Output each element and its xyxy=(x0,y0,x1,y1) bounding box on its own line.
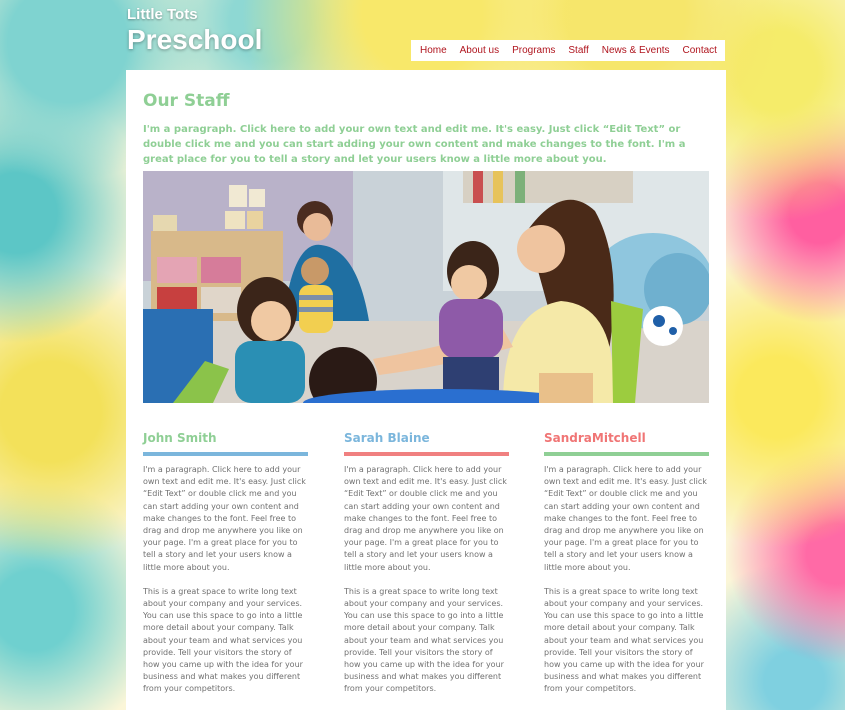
page-title: Our Staff xyxy=(143,91,230,111)
staff-bio[interactable]: I'm a paragraph. Click here to add your … xyxy=(143,464,308,696)
staff-bio-paragraph: I'm a paragraph. Click here to add your … xyxy=(143,465,306,572)
staff-bio-paragraph: This is a great space to write long text… xyxy=(544,586,704,694)
staff-card: John Smith I'm a paragraph. Click here t… xyxy=(143,430,308,696)
intro-paragraph[interactable]: I'm a paragraph. Click here to add your … xyxy=(143,122,711,167)
nav-about-us[interactable]: About us xyxy=(460,45,499,56)
staff-bio[interactable]: I'm a paragraph. Click here to add your … xyxy=(544,464,709,696)
classroom-photo xyxy=(143,171,709,403)
nav-news-events[interactable]: News & Events xyxy=(602,45,670,56)
staff-name: Sarah Blaine xyxy=(344,431,430,445)
staff-name: SandraMitchell xyxy=(544,431,646,445)
staff-name: John Smith xyxy=(143,431,217,445)
staff-card: Sarah Blaine I'm a paragraph. Click here… xyxy=(344,430,509,696)
staff-card: SandraMitchell I'm a paragraph. Click he… xyxy=(544,430,709,696)
staff-bio-paragraph: This is a great space to write long text… xyxy=(344,586,504,694)
staff-bio-paragraph: I'm a paragraph. Click here to add your … xyxy=(344,465,507,572)
main-nav: Home About us Programs Staff News & Even… xyxy=(411,40,725,61)
staff-divider xyxy=(143,452,308,456)
staff-divider xyxy=(544,452,709,456)
site-logo[interactable]: Little Tots Preschool xyxy=(127,6,262,56)
nav-contact[interactable]: Contact xyxy=(683,45,717,56)
logo-title: Preschool xyxy=(127,24,263,55)
logo-subtitle: Little Tots xyxy=(127,6,198,23)
content-panel: Our Staff I'm a paragraph. Click here to… xyxy=(126,70,726,710)
staff-divider xyxy=(344,452,509,456)
nav-home[interactable]: Home xyxy=(420,45,447,56)
nav-programs[interactable]: Programs xyxy=(512,45,555,56)
nav-staff[interactable]: Staff xyxy=(568,45,588,56)
staff-bio-paragraph: I'm a paragraph. Click here to add your … xyxy=(544,465,707,572)
staff-bio[interactable]: I'm a paragraph. Click here to add your … xyxy=(344,464,509,696)
staff-bio-paragraph: This is a great space to write long text… xyxy=(143,586,303,694)
